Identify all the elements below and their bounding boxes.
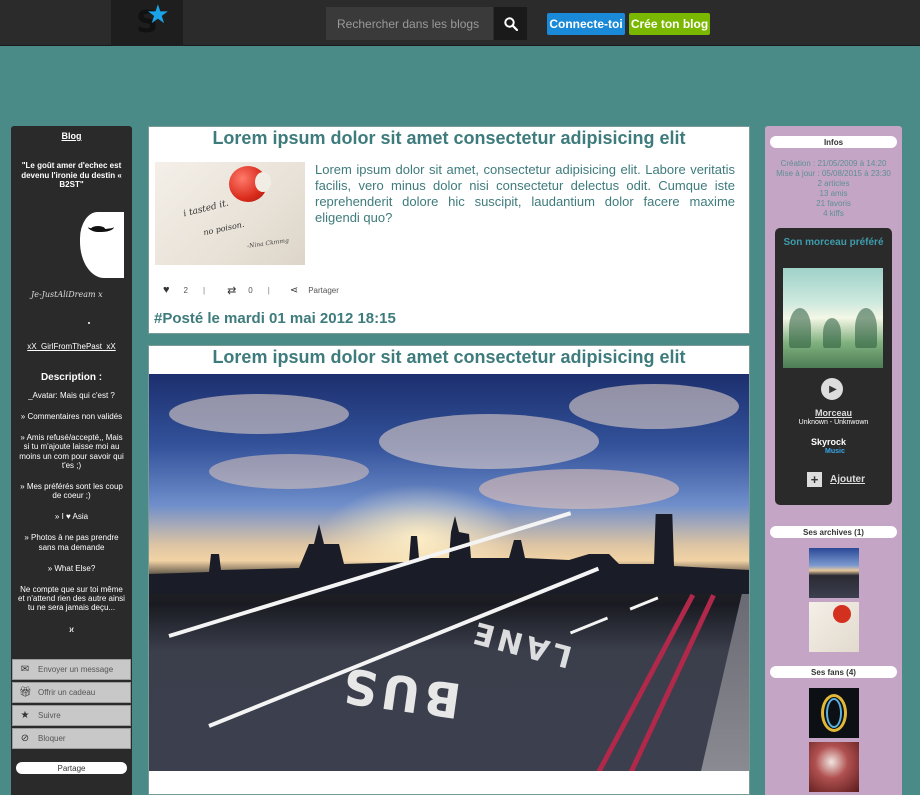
- logo-star-icon: ★: [146, 0, 170, 30]
- skyrock-logo[interactable]: S ★: [111, 0, 183, 46]
- follow-button[interactable]: ★ Suivre: [12, 705, 131, 726]
- blog-post: Lorem ipsum dolor sit amet consectetur a…: [148, 126, 750, 334]
- send-message-button[interactable]: ✉ Envoyer un message: [12, 659, 131, 680]
- add-label: Ajouter: [830, 474, 865, 485]
- fan-avatar[interactable]: [808, 688, 859, 738]
- info-line[interactable]: 21 favoris: [765, 199, 902, 209]
- fan-avatar[interactable]: [808, 742, 859, 792]
- info-line[interactable]: 13 amis: [765, 189, 902, 199]
- block-icon: ⊘: [20, 733, 30, 744]
- description-line: » Photos à ne pas prendre sans ma demand…: [24, 533, 119, 552]
- description-line: » I ♥ Asia: [54, 512, 89, 522]
- archives-heading[interactable]: Ses archives (1): [770, 526, 897, 538]
- info-line[interactable]: 2 articles: [765, 179, 902, 189]
- play-icon: ▶: [829, 383, 837, 395]
- heart-icon[interactable]: ♥: [163, 284, 170, 296]
- share-icon[interactable]: ⋖: [290, 285, 298, 296]
- envelope-icon: ✉: [20, 664, 30, 675]
- right-sidebar: Infos Création : 21/05/2009 à 14:20 Mise…: [765, 126, 902, 795]
- plus-icon: +: [807, 472, 822, 487]
- repost-count: 0: [248, 285, 253, 295]
- top-bar: S★ Connecte-toi Crée ton blog: [0, 0, 920, 46]
- separator: |: [202, 285, 206, 295]
- london-bus-lane-image[interactable]: LANE BUS: [149, 374, 749, 771]
- thumbnail-text: -Nina Ckmmg: [246, 237, 290, 250]
- post-title[interactable]: Lorem ipsum dolor sit amet consectetur a…: [149, 347, 749, 368]
- skyrock-music-logo: Skyrock Music: [811, 437, 847, 456]
- road-text: BUS: [335, 655, 465, 729]
- blog-post: Lorem ipsum dolor sit amet consectetur a…: [148, 345, 750, 795]
- post-thumbnail[interactable]: i tasted it. no poison. -Nina Ckmmg: [155, 162, 305, 265]
- search-icon: [503, 16, 518, 31]
- separator: |: [267, 285, 270, 295]
- left-sidebar: Blog "Le goût amer d'echec est devenu l'…: [11, 126, 132, 795]
- profile-menu: ✉ Envoyer un message 🎁︎ Offrir un cadeau…: [11, 659, 132, 751]
- description-title: Description :: [40, 371, 103, 383]
- description-line: » Commentaires non validés: [20, 411, 123, 421]
- info-line: Création : 21/05/2009 à 14:20: [780, 159, 887, 168]
- blog-link[interactable]: Blog: [11, 131, 132, 141]
- avatar-signature: Je-JustAliDream x: [31, 289, 103, 299]
- menu-label: Suivre: [38, 711, 61, 720]
- road-text: LANE: [466, 613, 576, 674]
- offer-gift-button[interactable]: 🎁︎ Offrir un cadeau: [12, 682, 131, 703]
- avatar-face-image: [80, 211, 124, 278]
- blog-quote: "Le goût amer d'echec est devenu l'ironi…: [21, 161, 122, 190]
- connect-button[interactable]: Connecte-toi: [547, 13, 625, 35]
- archive-thumbnail[interactable]: [808, 548, 859, 598]
- description-line: Ne compte que sur toi même et n'attend r…: [18, 585, 125, 613]
- block-button[interactable]: ⊘ Bloquer: [12, 728, 131, 749]
- post-title[interactable]: Lorem ipsum dolor sit amet consectetur a…: [149, 128, 749, 149]
- menu-label: Offrir un cadeau: [38, 688, 96, 697]
- search-button[interactable]: [494, 7, 527, 40]
- like-count: 2: [183, 285, 188, 295]
- play-button[interactable]: ▶: [821, 378, 843, 400]
- track-artist: Unknown - Unknwown: [798, 419, 869, 426]
- share-profile-button[interactable]: Partage: [16, 762, 127, 774]
- archive-thumbnail[interactable]: [808, 602, 859, 652]
- fans-heading[interactable]: Ses fans (4): [770, 666, 897, 678]
- description-line: » Mes préférés sont les coup de coeur ;): [20, 481, 123, 501]
- share-label[interactable]: Partager: [308, 286, 339, 295]
- repost-icon[interactable]: ⇄: [227, 284, 236, 297]
- info-line[interactable]: 4 kiffs: [765, 209, 902, 219]
- description-line: » Amis refusé/accepté,, Mais si tu m'ajo…: [19, 433, 124, 470]
- info-line: Mise à jour : 05/08/2015 à 23:30: [776, 169, 891, 178]
- avatar[interactable]: Je-JustAliDream x: [11, 204, 132, 354]
- search-input[interactable]: [326, 7, 493, 40]
- menu-label: Bloquer: [38, 734, 66, 743]
- track-link[interactable]: Morceau: [775, 408, 892, 418]
- description-line: _Avatar: Mais qui c'est ?: [28, 390, 115, 400]
- description-line: ϰ: [69, 624, 74, 634]
- music-player: Son morceau préféré ▶ Morceau Unknown - …: [775, 228, 892, 505]
- create-blog-button[interactable]: Crée ton blog: [629, 13, 710, 35]
- skyline-silhouette: [149, 514, 749, 594]
- thumbnail-text: no poison.: [202, 219, 246, 238]
- post-body: Lorem ipsum dolor sit amet, consectetur …: [315, 162, 735, 225]
- logo-s-icon: S ★: [136, 0, 170, 40]
- infos-block: Création : 21/05/2009 à 14:20 Mise à jou…: [765, 159, 902, 219]
- player-title: Son morceau préféré: [783, 237, 884, 248]
- album-cover: [783, 268, 883, 368]
- infos-heading: Infos: [770, 136, 897, 148]
- menu-label: Envoyer un message: [38, 665, 114, 674]
- post-date: #Posté le mardi 01 mai 2012 18:15: [154, 310, 396, 327]
- star-icon: ★: [20, 710, 30, 721]
- thumbnail-text: i tasted it.: [182, 198, 230, 220]
- description-line: » What Else?: [47, 563, 96, 573]
- add-track-button[interactable]: + Ajouter: [807, 472, 865, 487]
- post-actions: ♥ 2 | ⇄ 0 | ⋖ Partager: [163, 283, 339, 297]
- gift-icon: 🎁︎: [19, 687, 32, 698]
